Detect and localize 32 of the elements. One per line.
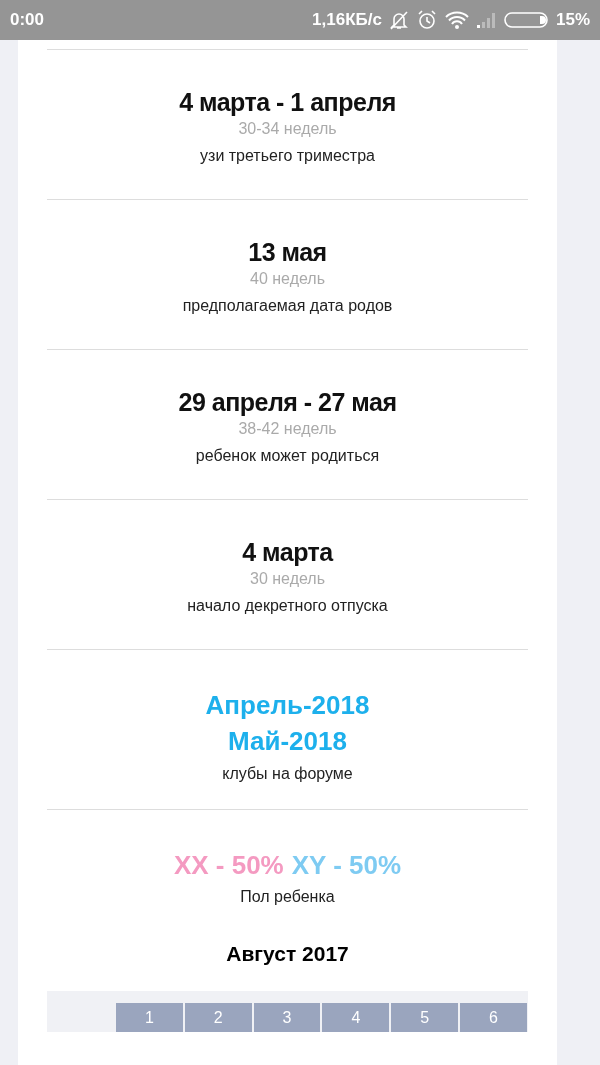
- sex-probability: XY - 50%: [291, 849, 402, 882]
- event-description: начало декретного отпуска: [186, 596, 389, 616]
- week-number: 6: [460, 1003, 527, 1032]
- event-description: ребенок может родиться: [194, 446, 381, 466]
- event-description: предполагаемая дата родов: [181, 296, 394, 316]
- event-date: 4 марта: [241, 537, 335, 567]
- event-weeks: 30 недель: [249, 569, 326, 589]
- event-description: клубы на форуме: [221, 764, 354, 784]
- forum-club-link[interactable]: Апрель-2018: [47, 687, 528, 723]
- clock-time: 0:00: [10, 10, 45, 30]
- event-date: 29 апреля - 27 мая: [177, 387, 398, 417]
- event-date: 13 мая: [247, 237, 328, 267]
- week-number: 3: [253, 1003, 321, 1032]
- week-number: 2: [184, 1003, 252, 1032]
- event-weeks: 38-42 недель: [237, 419, 338, 439]
- battery-percent: 15%: [555, 10, 590, 30]
- event-description: узи третьего триместра: [199, 146, 376, 166]
- network-speed: 1,16КБ/с: [312, 10, 382, 30]
- forum-club-link[interactable]: Май-2018: [47, 723, 528, 759]
- event-date: 4 марта - 1 апреля: [178, 87, 397, 117]
- wifi-icon: [443, 10, 470, 30]
- signal-icon: [475, 11, 498, 29]
- battery-icon: [503, 11, 550, 29]
- event-description: Пол ребенка: [240, 887, 335, 907]
- calendar-month: Август 2017: [225, 941, 350, 967]
- week-number: 4: [322, 1003, 390, 1032]
- event-weeks: 30-34 недель: [237, 119, 338, 139]
- sex-probability: XX - 50%: [173, 849, 284, 882]
- week-number: 1: [116, 1003, 183, 1032]
- week-number: 5: [391, 1003, 459, 1032]
- event-weeks: 40 недель: [249, 269, 326, 289]
- bell-off-icon: [387, 9, 410, 31]
